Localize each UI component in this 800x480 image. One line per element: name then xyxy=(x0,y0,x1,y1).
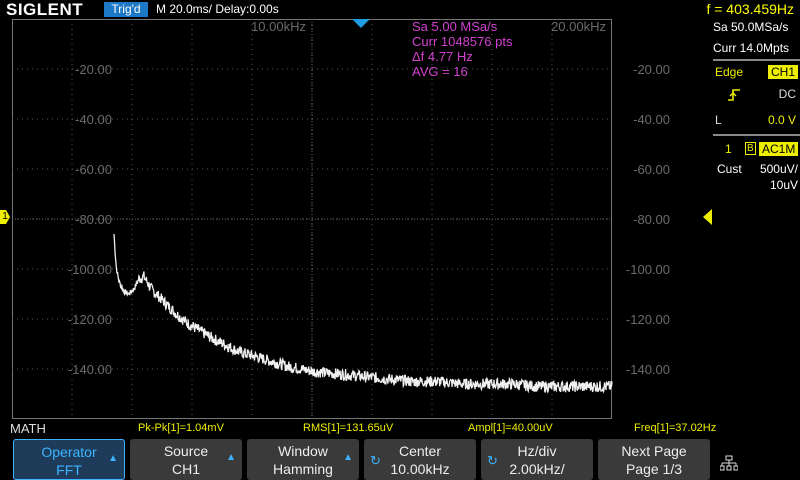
source-softkey[interactable]: Source CH1 ▲ xyxy=(130,439,242,480)
channel-1-level-marker[interactable]: 1 xyxy=(0,210,10,224)
knob-icon: ↻ xyxy=(487,453,498,468)
trigger-level-row[interactable]: L 0.0 V xyxy=(713,113,800,129)
y-tick-label-right: -80.00 xyxy=(633,212,670,227)
knob-icon: ↻ xyxy=(370,453,381,468)
level-label: L xyxy=(715,113,722,127)
channel-1-status-row[interactable]: 1 B AC1M xyxy=(713,142,800,158)
top-status-bar: SIGLENT Trig'd M 20.0ms/ Delay:0.00s f =… xyxy=(0,0,800,19)
softkey-value: Page 1/3 xyxy=(625,461,683,477)
fft-info-panel: Sa 5.00 MSa/s Curr 1048576 pts Δf 4.77 H… xyxy=(412,19,512,79)
divider xyxy=(713,59,800,61)
hz-per-div-softkey[interactable]: ↻ Hz/div 2.00kHz/ xyxy=(481,439,593,480)
fft-sample-rate: Sa 5.00 MSa/s xyxy=(412,19,498,34)
fft-plot-svg: 0.0Hz10.00kHz20.00kHz-20.00-20.00-40.00-… xyxy=(12,19,670,419)
channel-probe-row: 10uV xyxy=(713,178,800,194)
next-page-softkey[interactable]: Next Page Page 1/3 xyxy=(598,439,710,480)
y-tick-label-right: -120.00 xyxy=(626,312,670,327)
acq-sample-rate: Sa 50.0MSa/s xyxy=(713,20,789,34)
math-label: MATH xyxy=(10,421,46,436)
trigger-coupling: DC xyxy=(778,87,796,101)
frequency-counter: f = 403.459Hz xyxy=(706,1,794,17)
channel-coupling-badge: AC1M xyxy=(759,142,799,156)
y-tick-label-left: -20.00 xyxy=(75,62,112,77)
timebase-readout[interactable]: M 20.0ms/ Delay:0.00s xyxy=(156,2,279,16)
measurement-freq: Freq[1]=37.02Hz xyxy=(634,422,717,434)
y-tick-label-right: -140.00 xyxy=(626,362,670,377)
volts-per-div: 500uV/ xyxy=(759,162,798,176)
measurement-ampl: Ampl[1]=40.00uV xyxy=(468,422,553,434)
trigger-level-value: 0.0 V xyxy=(767,113,796,127)
y-tick-label-right: -20.00 xyxy=(633,62,670,77)
trigger-position-marker[interactable] xyxy=(352,19,370,28)
center-softkey[interactable]: ↻ Center 10.00kHz xyxy=(364,439,476,480)
fft-points: Curr 1048576 pts xyxy=(412,34,513,49)
trigger-source-badge: CH1 xyxy=(767,65,798,79)
channel-scale-row[interactable]: Cust 500uV/ xyxy=(713,162,800,178)
network-icon xyxy=(720,455,738,471)
fft-trace-series xyxy=(113,233,613,394)
y-tick-label-left: -140.00 xyxy=(68,362,112,377)
up-arrow-icon: ▲ xyxy=(108,453,118,464)
y-tick-label-right: -60.00 xyxy=(633,162,670,177)
operator-softkey[interactable]: Operator FFT ▲ xyxy=(13,439,125,480)
up-arrow-icon: ▲ xyxy=(343,452,353,463)
right-info-panel: Sa 50.0MSa/s Curr 14.0Mpts Edge CH1 DC L… xyxy=(713,19,800,420)
up-arrow-icon: ▲ xyxy=(226,452,236,463)
siglent-logo: SIGLENT xyxy=(6,0,84,19)
y-tick-label-right: -100.00 xyxy=(626,262,670,277)
channel-number: 1 xyxy=(725,142,732,156)
acq-memory-depth: Curr 14.0Mpts xyxy=(713,41,790,55)
rising-edge-icon xyxy=(728,89,740,101)
y-tick-label-left: -100.00 xyxy=(68,262,112,277)
trigger-type-row[interactable]: Edge CH1 xyxy=(713,65,800,81)
softkey-label: Next Page xyxy=(621,443,687,459)
trigger-status-badge: Trig'd xyxy=(104,2,148,17)
trigger-slope-row[interactable]: DC xyxy=(713,87,800,105)
y-tick-label-left: -120.00 xyxy=(68,312,112,327)
divider xyxy=(713,134,800,136)
window-softkey[interactable]: Window Hamming ▲ xyxy=(247,439,359,480)
trigger-level-marker[interactable] xyxy=(703,209,712,225)
measurement-pkpk: Pk-Pk[1]=1.04mV xyxy=(138,422,224,434)
y-tick-label-right: -40.00 xyxy=(633,112,670,127)
edge-label: Edge xyxy=(715,65,744,79)
y-tick-label-left: -40.00 xyxy=(75,112,112,127)
fft-avg: AVG = 16 xyxy=(412,64,468,79)
fft-delta-f: Δf 4.77 Hz xyxy=(412,49,473,64)
x-tick-label: 10.00kHz xyxy=(251,19,306,34)
fft-plot-area[interactable]: 0.0Hz10.00kHz20.00kHz-20.00-20.00-40.00-… xyxy=(12,19,712,420)
measurement-rms: RMS[1]=131.65uV xyxy=(303,422,394,434)
y-tick-label-left: -80.00 xyxy=(75,212,112,227)
probe-value: 10uV xyxy=(769,178,798,192)
x-tick-label: 20.00kHz xyxy=(551,19,606,34)
bandwidth-limit-badge: B xyxy=(745,142,756,155)
y-tick-label-left: -60.00 xyxy=(75,162,112,177)
cust-label: Cust xyxy=(717,162,742,176)
